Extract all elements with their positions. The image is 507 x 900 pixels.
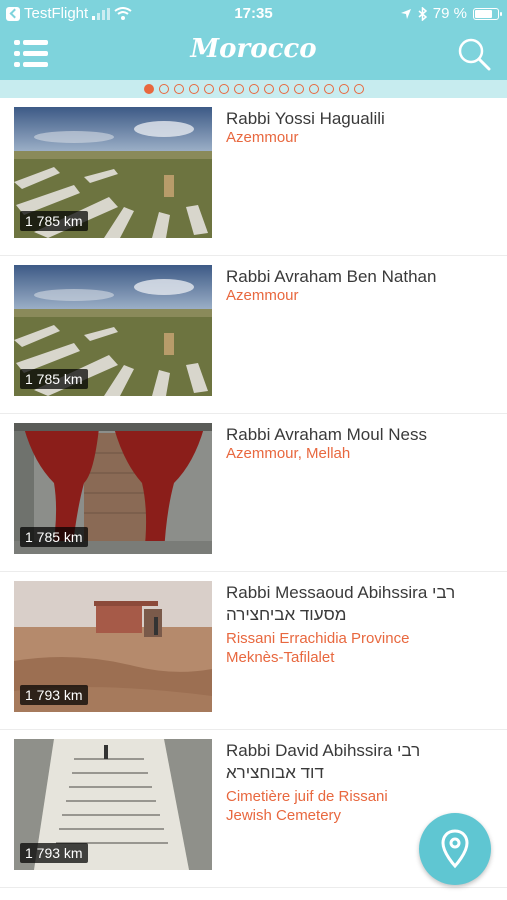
- battery-icon: [473, 7, 502, 20]
- page-dot[interactable]: [203, 84, 214, 94]
- item-location-line-1: Azemmour: [226, 287, 299, 304]
- status-bar: TestFlight 17:35 79 %: [0, 0, 507, 28]
- page-dot[interactable]: [293, 84, 304, 94]
- item-photo[interactable]: 1 785 km: [14, 423, 212, 554]
- page-dot[interactable]: [248, 84, 259, 94]
- distance-badge: 1 793 km: [20, 843, 88, 863]
- item-name: Rabbi Avraham Moul Ness: [226, 425, 427, 444]
- page-title: Morocco: [190, 34, 317, 64]
- battery-percent: 79 %: [432, 5, 467, 22]
- page-dot[interactable]: [173, 84, 184, 94]
- item-location-line-1: Rissani Errachidia Province: [226, 630, 410, 647]
- rabbi-list: 1 785 km Rabbi Yossi Hagualili Azemmour: [0, 98, 507, 888]
- distance-badge: 1 785 km: [20, 527, 88, 547]
- item-name-hebrew: מסעוד אביחצירה: [226, 605, 347, 624]
- bluetooth-icon: [418, 6, 427, 21]
- item-title: Rabbi David Abihssira רבי דוד אבוחצירא: [226, 740, 496, 784]
- item-location-line-1: Azemmour: [226, 129, 299, 146]
- app-screen: TestFlight 17:35 79 % Morocco 1 785 km R…: [0, 0, 507, 900]
- page-dot[interactable]: [218, 84, 229, 94]
- location-arrow-icon: [400, 8, 411, 19]
- distance-badge: 1 793 km: [20, 685, 88, 705]
- item-name: Rabbi Yossi Hagualili: [226, 109, 385, 128]
- distance-badge: 1 785 km: [20, 369, 88, 389]
- item-name: Rabbi Messaoud Abihssira רבי: [226, 583, 456, 602]
- item-photo[interactable]: 1 785 km: [14, 107, 212, 238]
- list-item[interactable]: 1 785 km Rabbi Avraham Moul Ness Azemmou…: [0, 414, 507, 572]
- item-title: Rabbi Avraham Ben Nathan: [226, 266, 496, 288]
- item-location-line-2: Meknès-Tafilalet: [226, 649, 335, 666]
- map-button[interactable]: [419, 813, 491, 885]
- page-dot[interactable]: [233, 84, 244, 94]
- battery-fill: [475, 9, 492, 18]
- item-name-hebrew: דוד אבוחצירא: [226, 763, 324, 782]
- item-name: Rabbi David Abihssira רבי: [226, 741, 421, 760]
- item-photo[interactable]: 1 785 km: [14, 265, 212, 396]
- page-dot[interactable]: [323, 84, 334, 94]
- search-icon[interactable]: [457, 37, 491, 71]
- page-dot[interactable]: [278, 84, 289, 94]
- item-location-line-1: Azemmour, Mellah: [226, 445, 351, 462]
- page-dot[interactable]: [188, 84, 199, 94]
- page-dot[interactable]: [353, 84, 364, 94]
- item-photo[interactable]: 1 793 km: [14, 739, 212, 870]
- status-right: 79 %: [400, 5, 502, 22]
- page-dot[interactable]: [158, 84, 169, 94]
- page-dot[interactable]: [308, 84, 319, 94]
- item-location: Azemmour: [226, 286, 496, 305]
- item-location-line-1: Cimetière juif de Rissani: [226, 788, 388, 805]
- list-item[interactable]: 1 793 km Rabbi Messaoud Abihssira רבי מס…: [0, 572, 507, 730]
- page-dot[interactable]: [263, 84, 274, 94]
- item-location: Rissani Errachidia Province Meknès-Tafil…: [226, 629, 496, 667]
- list-item[interactable]: 1 785 km Rabbi Avraham Ben Nathan Azemmo…: [0, 256, 507, 414]
- item-title: Rabbi Messaoud Abihssira רבי מסעוד אביחצ…: [226, 582, 496, 626]
- item-title: Rabbi Avraham Moul Ness: [226, 424, 496, 446]
- item-name: Rabbi Avraham Ben Nathan: [226, 267, 437, 286]
- map-pin-icon: [441, 829, 469, 869]
- app-header: Morocco: [0, 28, 507, 80]
- item-location: Azemmour, Mellah: [226, 444, 496, 463]
- page-indicator[interactable]: [0, 80, 507, 98]
- item-title: Rabbi Yossi Hagualili: [226, 108, 496, 130]
- item-location: Azemmour: [226, 128, 496, 147]
- distance-badge: 1 785 km: [20, 211, 88, 231]
- page-dot[interactable]: [338, 84, 349, 94]
- list-item[interactable]: 1 785 km Rabbi Yossi Hagualili Azemmour: [0, 98, 507, 256]
- item-photo[interactable]: 1 793 km: [14, 581, 212, 712]
- page-dot[interactable]: [143, 84, 154, 94]
